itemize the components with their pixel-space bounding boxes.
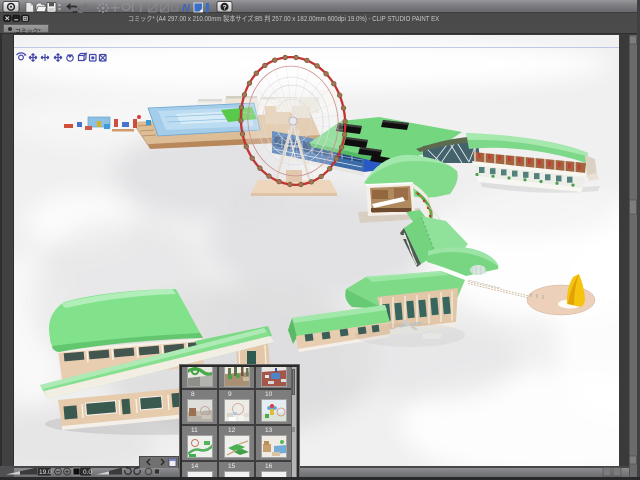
svg-text:0.0: 0.0 (83, 469, 92, 476)
svg-text:?: ? (223, 4, 227, 11)
svg-text:N: N (182, 3, 191, 15)
svg-text:19.0: 19.0 (39, 469, 52, 476)
